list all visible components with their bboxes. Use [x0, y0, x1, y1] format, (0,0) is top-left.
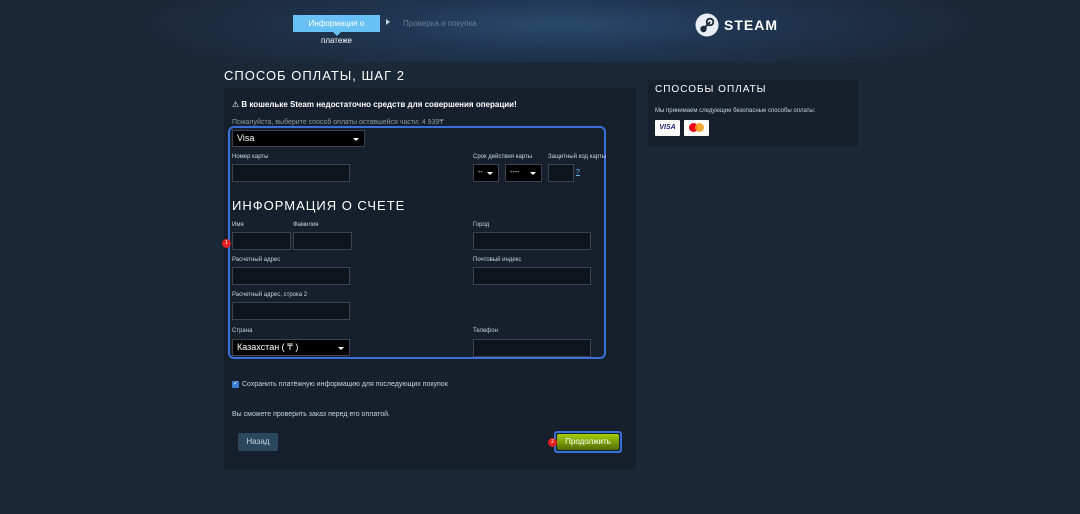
chevron-down-icon: [353, 137, 359, 141]
chevron-down-icon: [338, 346, 344, 350]
back-button[interactable]: Назад: [238, 433, 278, 451]
review-note: Вы сможете проверить заказ перед его опл…: [232, 411, 390, 418]
first-name-input[interactable]: [232, 232, 291, 250]
continue-button[interactable]: Продолжить: [557, 434, 619, 450]
sidebar-title: СПОСОБЫ ОПЛАТЫ: [655, 84, 767, 95]
sidebar-text: Мы принимаем следующие безопасные способ…: [655, 108, 816, 114]
annotation-marker-2: 2: [548, 438, 557, 447]
billing-address-label: Расчетный адрес: [232, 257, 281, 263]
city-input[interactable]: [473, 232, 591, 250]
payment-method-select[interactable]: Visa: [232, 130, 365, 147]
chevron-down-icon: [487, 172, 493, 175]
cvv-input[interactable]: [548, 164, 574, 182]
step-review-purchase: Проверка и покупка: [403, 19, 477, 28]
annotation-marker-1: 1: [222, 239, 231, 248]
country-select[interactable]: Казахстан ( ₸ ): [232, 339, 350, 356]
step-arrow-icon: [386, 19, 390, 25]
mastercard-card-icon: [684, 120, 709, 136]
last-name-input[interactable]: [293, 232, 352, 250]
chevron-down-icon: [530, 172, 536, 175]
step-payment-info[interactable]: Информация о платеже: [293, 15, 380, 45]
first-name-label: Имя: [232, 222, 244, 228]
insufficient-funds-warning: ⚠ В кошельке Steam недостаточно средств …: [232, 100, 517, 109]
mastercard-orange-circle: [695, 123, 704, 132]
save-info-checkbox[interactable]: ✓: [232, 381, 239, 388]
header-band: [0, 0, 1080, 62]
zip-input[interactable]: [473, 267, 591, 285]
zip-label: Почтовый индекс: [473, 257, 522, 263]
warning-icon: ⚠: [232, 100, 240, 109]
card-number-input[interactable]: [232, 164, 350, 182]
expiry-year-select[interactable]: ----: [505, 164, 542, 182]
phone-label: Телефон: [473, 328, 498, 334]
cvv-help-link[interactable]: ?: [576, 169, 580, 176]
expiry-year-value: ----: [510, 169, 520, 176]
steam-logo-text: STEAM: [724, 17, 778, 33]
billing-section-heading: ИНФОРМАЦИЯ О СЧЕТЕ: [232, 198, 406, 213]
steam-logo-icon: [695, 13, 719, 37]
country-value: Казахстан ( ₸ ): [237, 342, 299, 352]
billing-address-input[interactable]: [232, 267, 350, 285]
visa-card-icon: VISA: [655, 120, 680, 136]
card-number-label: Номер карты: [232, 154, 269, 160]
billing-address-2-input[interactable]: [232, 302, 350, 320]
expiry-month-select[interactable]: --: [473, 164, 499, 182]
phone-input[interactable]: [473, 339, 591, 357]
page-title: СПОСОБ ОПЛАТЫ, ШАГ 2: [224, 68, 405, 83]
expiry-label: Срок действия карты: [473, 154, 533, 160]
expiry-month-value: --: [478, 169, 483, 176]
cvv-label: Защитный код карты: [548, 154, 607, 160]
payment-method-value: Visa: [237, 133, 255, 143]
city-label: Город: [473, 222, 490, 228]
last-name-label: Фамилия: [293, 222, 319, 228]
billing-address-2-label: Расчетный адрес, строка 2: [232, 292, 308, 298]
save-info-label[interactable]: Сохранить платёжную информацию для после…: [242, 381, 448, 388]
payment-instruction: Пожалуйста, выберите способ оплаты остав…: [232, 119, 444, 126]
country-label: Страна: [232, 328, 253, 334]
warning-text: В кошельке Steam недостаточно средств дл…: [241, 100, 517, 109]
